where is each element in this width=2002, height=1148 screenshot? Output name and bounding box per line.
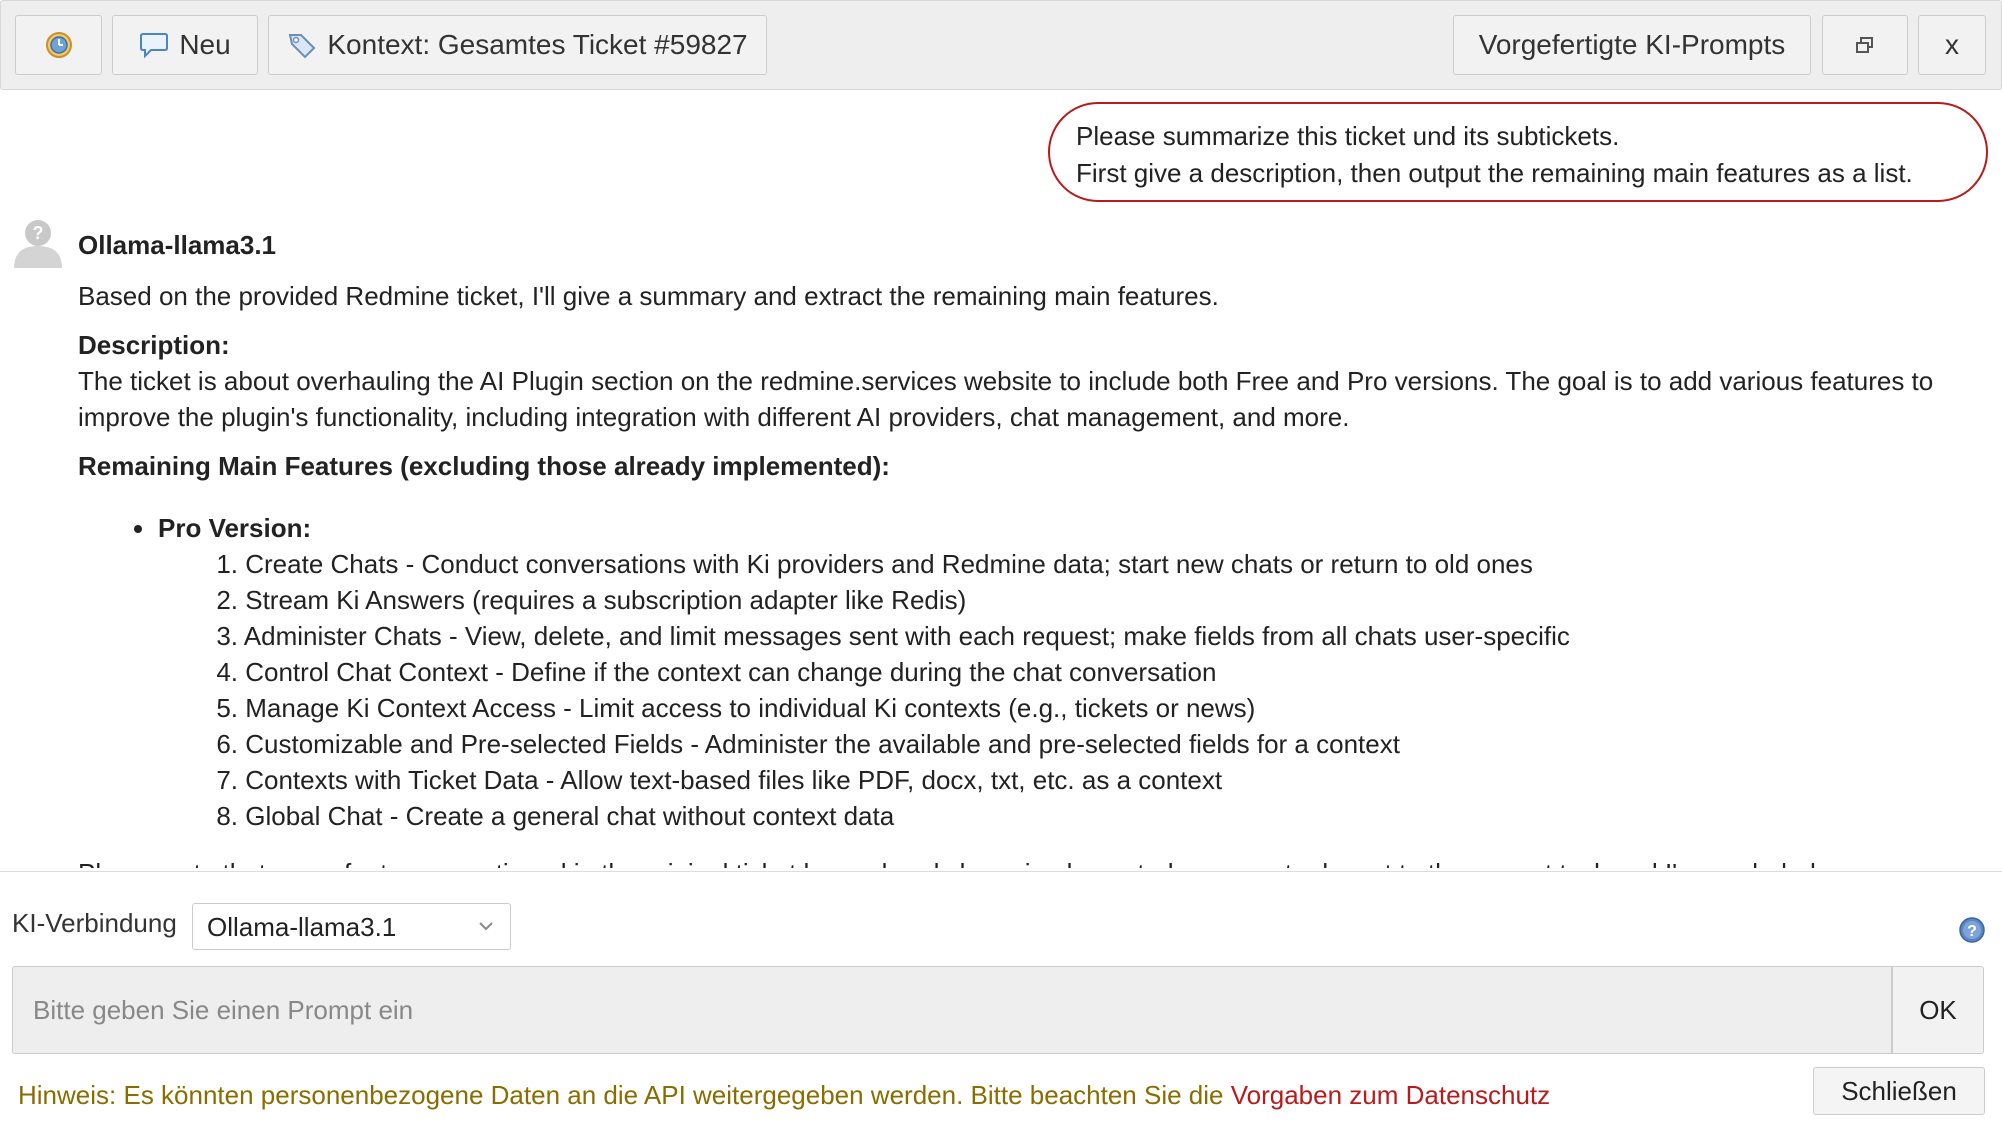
prompts-label: Vorgefertigte KI-Prompts [1478, 29, 1786, 60]
ok-label: OK [1919, 994, 1957, 1025]
user-message-line: First give a description, then output th… [1076, 158, 1913, 188]
bot-name: Ollama-llama3.1 [78, 230, 276, 260]
history-button[interactable] [15, 15, 102, 75]
privacy-notice: Hinweis: Es könnten personenbezogene Dat… [18, 1080, 1550, 1111]
description-heading: Description: [78, 330, 230, 360]
prompt-input[interactable] [12, 966, 1892, 1054]
tag-icon [289, 34, 316, 59]
features-list: 1. Create Chats - Conduct conversations … [208, 546, 1978, 834]
context-label: Kontext: Gesamtes Ticket #59827 [327, 29, 748, 60]
features-heading: Remaining Main Features (excluding those… [78, 451, 890, 481]
chat-toolbar: Neu Kontext: Gesamtes Ticket #59827 Vorg… [0, 0, 2002, 90]
new-chat-button[interactable]: Neu [112, 15, 258, 75]
list-item: 2. Stream Ki Answers (requires a subscri… [216, 585, 967, 615]
list-item: 5. Manage Ki Context Access - Limit acce… [216, 693, 1256, 723]
context-button[interactable]: Kontext: Gesamtes Ticket #59827 [268, 15, 767, 75]
chevron-down-icon [479, 922, 493, 931]
privacy-link[interactable]: Vorgaben zum Datenschutz [1231, 1080, 1550, 1110]
connection-select[interactable]: Ollama-llama3.1 [192, 903, 511, 950]
feature-text: Create Chats - Conduct conversations wit… [245, 549, 1533, 579]
close-button-label: Schließen [1841, 1075, 1957, 1106]
bot-message: Based on the provided Redmine ticket, I'… [78, 278, 1978, 834]
connection-label: KI-Verbindung [12, 908, 177, 938]
bullet-dot [134, 525, 142, 533]
list-item: 7. Contexts with Ticket Data - Allow tex… [216, 765, 1223, 795]
feature-text: Administer Chats - View, delete, and lim… [243, 621, 1570, 651]
feature-text: Customizable and Pre-selected Fields - A… [245, 729, 1400, 759]
divider [0, 871, 2002, 872]
speech-bubble-icon [140, 33, 169, 59]
list-item: 4. Control Chat Context - Define if the … [216, 657, 1217, 687]
bullet-heading: Pro Version: [158, 513, 312, 543]
list-item: 1. Create Chats - Conduct conversations … [216, 549, 1533, 579]
restore-window-icon [1856, 37, 1873, 53]
cut-off-text: Please note that some features mentioned… [78, 858, 1816, 868]
description-text: The ticket is about overhauling the AI P… [78, 366, 1934, 432]
clock-icon [45, 32, 72, 58]
list-item: 8. Global Chat - Create a general chat w… [216, 801, 895, 831]
ok-button[interactable]: OK [1892, 966, 1984, 1054]
feature-text: Manage Ki Context Access - Limit access … [245, 693, 1256, 723]
close-button[interactable]: Schließen [1813, 1067, 1985, 1115]
user-message-line: Please summarize this ticket und its sub… [1076, 121, 1620, 151]
connection-value: Ollama-llama3.1 [207, 912, 397, 942]
help-icon[interactable]: ? [1958, 916, 1986, 944]
svg-text:?: ? [1967, 923, 1977, 940]
prompts-button[interactable]: Vorgefertigte KI-Prompts [1453, 15, 1811, 75]
restore-window-button[interactable] [1822, 15, 1908, 75]
chat-history[interactable]: Please summarize this ticket und its sub… [0, 90, 2002, 870]
bullet-list: Pro Version: 1. Create Chats - Conduct c… [78, 510, 1978, 834]
list-item: 6. Customizable and Pre-selected Fields … [216, 729, 1400, 759]
bot-intro: Based on the provided Redmine ticket, I'… [78, 281, 1219, 311]
user-message: Please summarize this ticket und its sub… [1048, 102, 1988, 202]
feature-text: Contexts with Ticket Data - Allow text-b… [245, 765, 1223, 795]
feature-text: Stream Ki Answers (requires a subscripti… [245, 585, 967, 615]
list-item: 3. Administer Chats - View, delete, and … [216, 621, 1570, 651]
svg-text:?: ? [33, 223, 44, 243]
new-chat-label: Neu [179, 29, 231, 60]
avatar: ? [14, 220, 62, 268]
feature-text: Control Chat Context - Define if the con… [245, 657, 1217, 687]
close-label: x [1945, 29, 1959, 60]
close-dialog-button[interactable]: x [1918, 15, 1986, 75]
feature-text: Global Chat - Create a general chat with… [245, 801, 895, 831]
notice-text: Hinweis: Es könnten personenbezogene Dat… [18, 1080, 1231, 1110]
